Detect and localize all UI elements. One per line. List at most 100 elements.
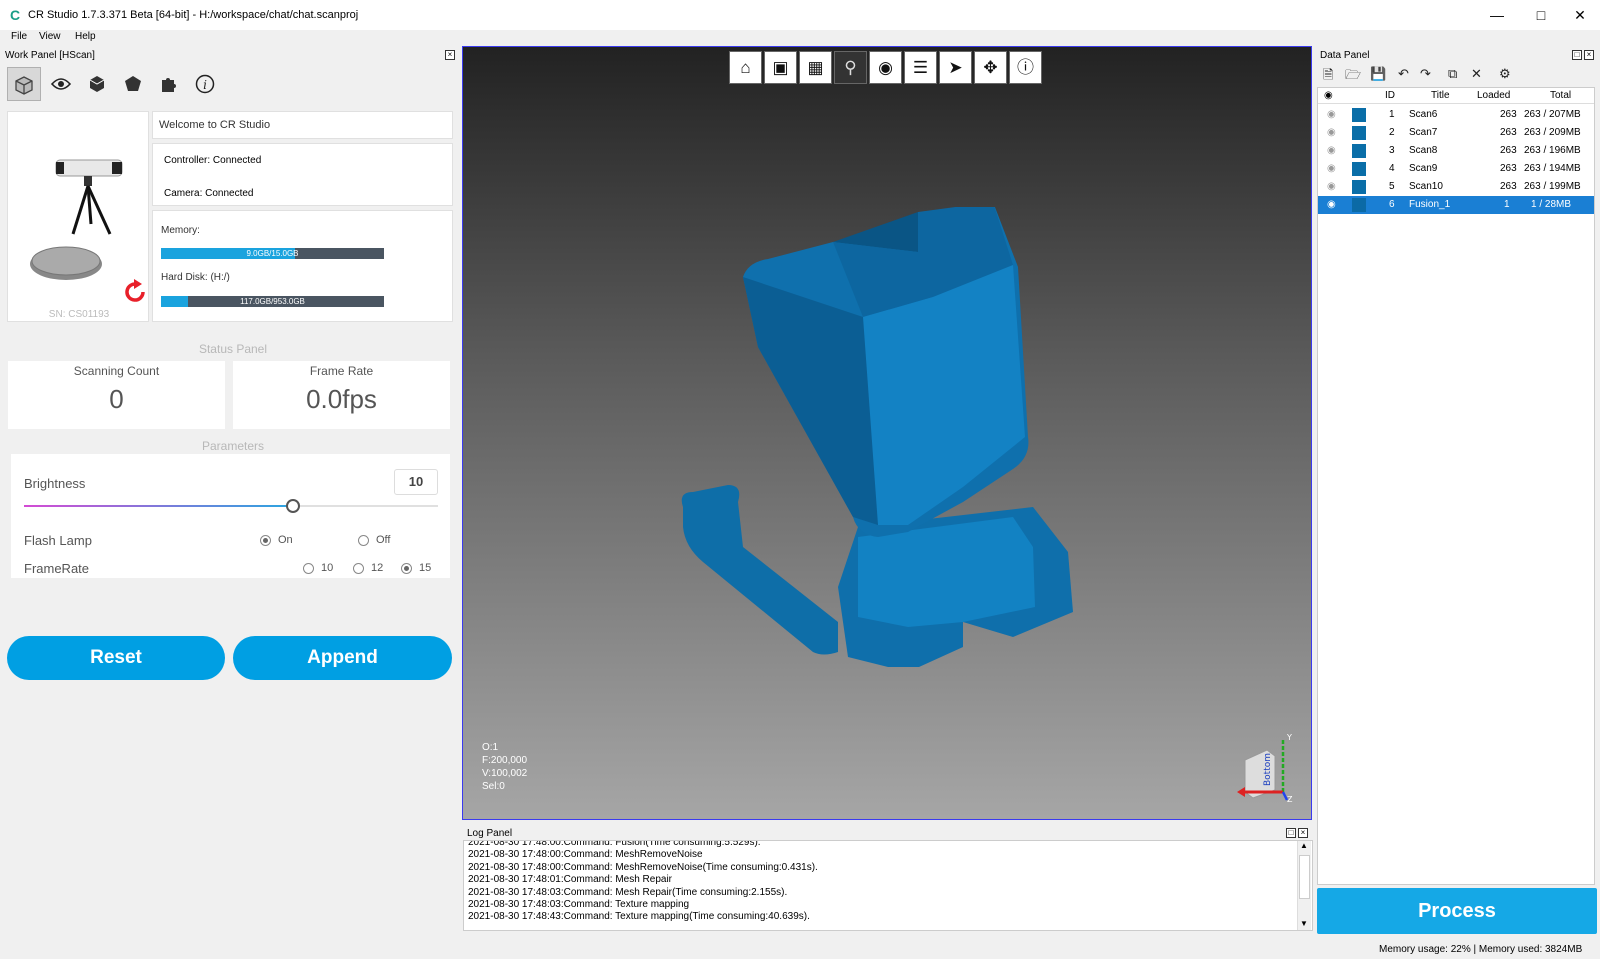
table-row-selected[interactable]: ◉ 6 Fusion_1 1 1 / 28MB bbox=[1318, 196, 1594, 214]
visibility-eye-icon[interactable]: ◉ bbox=[1327, 145, 1336, 156]
col-title[interactable]: Title bbox=[1431, 90, 1450, 101]
scan-cube-icon[interactable] bbox=[7, 67, 41, 101]
scroll-down-icon[interactable]: ▼ bbox=[1300, 919, 1308, 928]
visibility-eye-icon[interactable]: ◉ bbox=[1327, 199, 1336, 210]
new-file-icon[interactable]: 🗎 bbox=[1323, 66, 1333, 88]
log-line: 2021-08-30 17:48:00:Command: MeshRemoveN… bbox=[468, 861, 818, 873]
table-row[interactable]: ◉ 3 Scan8 263 263 / 196MB bbox=[1318, 142, 1594, 160]
save-icon[interactable]: 💾 bbox=[1370, 66, 1386, 82]
brightness-value[interactable]: 10 bbox=[394, 469, 438, 495]
framerate-12-label: 12 bbox=[371, 562, 384, 574]
framerate-10-radio[interactable] bbox=[303, 563, 314, 574]
row-id: 3 bbox=[1389, 145, 1395, 156]
framerate-12-radio[interactable] bbox=[353, 563, 364, 574]
brightness-slider[interactable] bbox=[24, 499, 438, 513]
flash-on-radio[interactable] bbox=[260, 535, 271, 546]
color-swatch[interactable] bbox=[1352, 180, 1366, 194]
process-button[interactable]: Process bbox=[1317, 888, 1597, 934]
3d-viewport[interactable]: O:1 F:200,000 V:100,002 Sel:0 Y Z Bottom bbox=[462, 46, 1312, 820]
settings-icon[interactable]: ⚙ bbox=[1499, 66, 1511, 82]
framerate-15-radio[interactable] bbox=[401, 563, 412, 574]
info-icon[interactable]: i bbox=[188, 67, 222, 101]
minimize-button[interactable]: — bbox=[1474, 0, 1520, 30]
work-panel-close-button[interactable]: × bbox=[445, 50, 455, 60]
frame-rate-cell: Frame Rate 0.0fps bbox=[233, 361, 450, 429]
table-header: ◉ ID Title Loaded Total bbox=[1318, 88, 1594, 104]
memory-label: Memory: bbox=[161, 225, 200, 236]
color-swatch[interactable] bbox=[1352, 126, 1366, 140]
work-panel-title: Work Panel [HScan] bbox=[5, 50, 95, 61]
eye-icon[interactable]: ◉ bbox=[869, 51, 902, 84]
log-panel[interactable]: 2021-08-30 17:48:00:Command: Fusion(Time… bbox=[463, 840, 1313, 931]
eye-icon[interactable] bbox=[44, 67, 78, 101]
visibility-eye-icon[interactable]: ◉ bbox=[1327, 163, 1336, 174]
polyhedron-icon[interactable] bbox=[116, 67, 150, 101]
brightness-slider-handle[interactable] bbox=[286, 499, 301, 513]
log-scrollbar[interactable]: ▲ ▼ bbox=[1297, 841, 1311, 930]
close-button[interactable]: ✕ bbox=[1560, 0, 1600, 30]
flash-off-radio[interactable] bbox=[358, 535, 369, 546]
color-swatch[interactable] bbox=[1352, 162, 1366, 176]
data-panel-float-button[interactable]: □ bbox=[1572, 50, 1582, 60]
data-panel-title: Data Panel bbox=[1320, 50, 1370, 61]
puzzle-icon[interactable] bbox=[152, 67, 186, 101]
parameters-panel: Brightness 10 Flash Lamp On Off FrameRat… bbox=[11, 454, 450, 578]
row-total: 263 / 209MB bbox=[1524, 127, 1581, 138]
move-icon[interactable]: ✥ bbox=[974, 51, 1007, 84]
framerate-15-label: 15 bbox=[419, 562, 432, 574]
controller-status: Controller: Connected bbox=[164, 155, 262, 166]
light-bulb-icon[interactable]: ⚲ bbox=[834, 51, 867, 84]
cube-icon[interactable] bbox=[80, 67, 114, 101]
scanner-image bbox=[30, 159, 123, 280]
open-folder-icon[interactable]: 🗁 bbox=[1345, 66, 1361, 88]
col-loaded[interactable]: Loaded bbox=[1477, 90, 1510, 101]
row-loaded: 263 bbox=[1500, 181, 1517, 192]
fit-view-icon[interactable]: ▣ bbox=[764, 51, 797, 84]
color-swatch[interactable] bbox=[1352, 198, 1366, 212]
menu-file[interactable]: File bbox=[11, 31, 27, 42]
delete-icon[interactable]: ✕ bbox=[1471, 66, 1482, 82]
row-total: 263 / 199MB bbox=[1524, 181, 1581, 192]
maximize-button[interactable]: □ bbox=[1518, 0, 1564, 30]
visibility-eye-icon[interactable]: ◉ bbox=[1327, 127, 1336, 138]
row-total: 263 / 194MB bbox=[1524, 163, 1581, 174]
menu-help[interactable]: Help bbox=[75, 31, 96, 42]
log-line: 2021-08-30 17:48:03:Command: Mesh Repair… bbox=[468, 886, 788, 898]
log-close-button[interactable]: × bbox=[1298, 828, 1308, 838]
app-logo-icon: C bbox=[10, 7, 21, 23]
visibility-eye-icon[interactable]: ◉ bbox=[1327, 109, 1336, 120]
table-row[interactable]: ◉ 5 Scan10 263 263 / 199MB bbox=[1318, 178, 1594, 196]
status-panel-title: Status Panel bbox=[198, 342, 268, 356]
orientation-gizmo[interactable]: Y Z Bottom bbox=[1235, 732, 1305, 804]
scroll-up-icon[interactable]: ▲ bbox=[1300, 841, 1308, 850]
col-id[interactable]: ID bbox=[1385, 90, 1395, 101]
data-panel-close-button[interactable]: × bbox=[1584, 50, 1594, 60]
orientation-label: Bottom bbox=[1263, 753, 1273, 786]
color-swatch[interactable] bbox=[1352, 144, 1366, 158]
3d-model[interactable] bbox=[663, 207, 1083, 667]
table-row[interactable]: ◉ 4 Scan9 263 263 / 194MB bbox=[1318, 160, 1594, 178]
row-title: Scan8 bbox=[1409, 145, 1438, 156]
col-total[interactable]: Total bbox=[1550, 90, 1571, 101]
pointer-icon[interactable]: ➤ bbox=[939, 51, 972, 84]
menu-view[interactable]: View bbox=[39, 31, 61, 42]
table-row[interactable]: ◉ 2 Scan7 263 263 / 209MB bbox=[1318, 124, 1594, 142]
layers-icon[interactable]: ☰ bbox=[904, 51, 937, 84]
table-row[interactable]: ◉ 1 Scan6 263 263 / 207MB bbox=[1318, 106, 1594, 124]
color-swatch[interactable] bbox=[1352, 108, 1366, 122]
log-scroll-thumb[interactable] bbox=[1299, 855, 1310, 899]
redo-icon[interactable]: ↷ bbox=[1420, 66, 1431, 82]
append-button[interactable]: Append bbox=[233, 636, 452, 680]
info-icon[interactable]: ⓘ bbox=[1009, 51, 1042, 84]
data-panel-toolbar: 🗎 🗁 💾 ↶ ↷ ⧉ ✕ ⚙ bbox=[1318, 66, 1598, 84]
home-icon[interactable]: ⌂ bbox=[729, 51, 762, 84]
parameters-title: Parameters bbox=[201, 439, 265, 453]
log-float-button[interactable]: □ bbox=[1286, 828, 1296, 838]
copy-icon[interactable]: ⧉ bbox=[1448, 66, 1457, 82]
reset-button[interactable]: Reset bbox=[7, 636, 225, 680]
refresh-icon[interactable] bbox=[121, 278, 149, 306]
mesh-view-icon[interactable]: ▦ bbox=[799, 51, 832, 84]
brightness-slider-fill bbox=[24, 505, 294, 507]
visibility-eye-icon[interactable]: ◉ bbox=[1327, 181, 1336, 192]
undo-icon[interactable]: ↶ bbox=[1398, 66, 1409, 82]
